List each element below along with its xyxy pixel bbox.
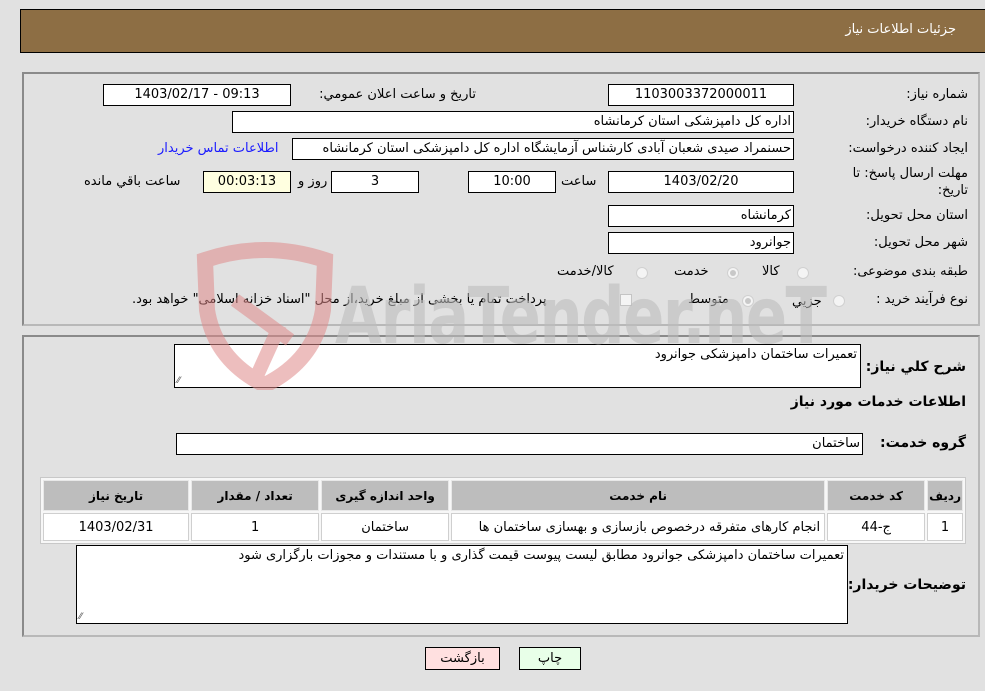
need-details-panel: شرح کلي نياز: تعمیرات ساختمان دامپزشکی ج… [22,335,980,637]
service-group-field: ساختمان [176,433,863,455]
process-option-minor: جزيي [792,294,822,309]
buyer-contact-link[interactable]: اطلاعات تماس خريدار [158,141,278,156]
need-info-panel: شماره نياز: 1103003372000011 تاريخ و ساع… [22,72,980,326]
col-service-code: کد خدمت [827,480,926,511]
category-option-service: خدمت [674,264,709,279]
page-title: جزئيات اطلاعات نياز [845,22,956,37]
remaining-time-label: ساعت باقي مانده [84,174,181,189]
cell-unit: ساختمان [321,513,450,541]
resize-grip-icon[interactable]: ⁄⁄ [79,613,82,622]
col-row-number: رديف [927,480,963,511]
buyer-org-label: نام دستگاه خريدار: [865,114,968,129]
table-header-row: رديف کد خدمت نام خدمت واحد اندازه گيری ت… [43,480,963,511]
page-header: جزئيات اطلاعات نياز [20,9,985,53]
cell-quantity: 1 [191,513,320,541]
buyer-notes-label: توضيحات خريدار: [847,577,966,593]
buyer-notes-textarea[interactable]: تعمیرات ساختمان دامپزشکی جوانرود مطابق ل… [76,545,848,624]
treasury-payment-checkbox[interactable] [620,294,632,306]
remaining-time-field: 00:03:13 [203,171,291,193]
need-number-label: شماره نياز: [906,87,968,102]
cell-need-date: 1403/02/31 [43,513,190,541]
buyer-org-field: اداره کل دامپزشکی استان کرمانشاه [232,111,794,133]
days-remaining-field: 3 [331,171,419,193]
province-field: کرمانشاه [608,205,794,227]
deadline-time-field: 10:00 [468,171,556,193]
col-need-date: تاريخ نياز [43,480,190,511]
summary-textarea[interactable]: تعمیرات ساختمان دامپزشکی جوانرود ⁄⁄ [174,344,861,388]
summary-text: تعمیرات ساختمان دامپزشکی جوانرود [654,347,857,362]
table-row: 1 ج-44 انجام کارهای متفرقه درخصوص بازساز… [43,513,963,541]
deadline-label: مهلت ارسال پاسخ: تا تاريخ: [852,166,968,198]
creator-label: ايجاد کننده درخواست: [848,141,968,156]
process-radio-minor[interactable] [833,295,845,307]
process-option-medium: متوسط [688,292,729,307]
col-unit: واحد اندازه گيری [321,480,450,511]
category-radio-service[interactable] [727,267,739,279]
process-type-label: نوع فرآيند خريد : [876,292,968,307]
col-service-name: نام خدمت [451,480,826,511]
province-label: استان محل تحويل: [866,208,968,223]
summary-label: شرح کلي نياز: [865,359,966,375]
city-field: جوانرود [608,232,794,254]
print-button[interactable]: چاپ [519,647,581,670]
category-radio-goods-service[interactable] [636,267,648,279]
services-heading: اطلاعات خدمات مورد نياز [790,394,966,410]
deadline-time-label: ساعت [561,174,597,189]
service-group-label: گروه خدمت: [880,435,966,451]
city-label: شهر محل تحويل: [873,235,968,250]
announce-label: تاريخ و ساعت اعلان عمومي: [319,87,476,102]
need-number-field: 1103003372000011 [608,84,794,106]
treasury-payment-note: پرداخت تمام يا بخشی از مبلغ خريد،از محل … [132,292,547,307]
category-label: طبقه بندی موضوعی: [852,264,968,279]
col-quantity: تعداد / مقدار [191,480,320,511]
process-radio-medium[interactable] [742,295,754,307]
back-button[interactable]: بازگشت [425,647,500,670]
category-radio-goods[interactable] [797,267,809,279]
cell-service-code: ج-44 [827,513,926,541]
creator-field: حسنمراد صیدی شعبان آبادی کارشناس آزمایشگ… [292,138,794,160]
cell-service-name: انجام کارهای متفرقه درخصوص بازسازی و بهس… [451,513,826,541]
deadline-date-field: 1403/02/20 [608,171,794,193]
cell-row-number: 1 [927,513,963,541]
services-table: رديف کد خدمت نام خدمت واحد اندازه گيری ت… [40,477,966,544]
resize-grip-icon[interactable]: ⁄⁄ [177,377,180,386]
days-label: روز و [298,174,328,189]
category-option-goods: کالا [762,264,780,279]
announce-datetime-field: 1403/02/17 - 09:13 [103,84,291,106]
buyer-notes-text: تعمیرات ساختمان دامپزشکی جوانرود مطابق ل… [238,548,844,563]
category-option-goods-service: کالا/خدمت [557,264,614,279]
